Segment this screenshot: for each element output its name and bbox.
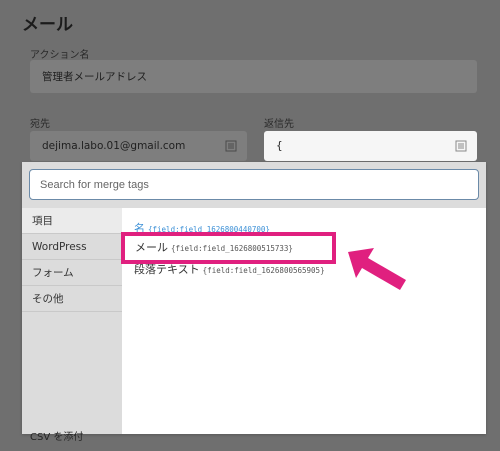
action-name-input[interactable]: 管理者メールアドレス — [30, 60, 477, 93]
merge-tag-item: メール {field:field_1626800515733} — [135, 239, 293, 255]
csv-attach-label: CSV を添付 — [30, 432, 84, 443]
category-form[interactable]: フォーム — [22, 260, 122, 286]
reply-to-value: { — [276, 140, 283, 152]
reply-to-label: 返信先 — [264, 119, 294, 130]
merge-tag-name: メール — [135, 241, 168, 254]
merge-tag-name: 段落テキスト — [134, 263, 200, 276]
to-label: 宛先 — [30, 119, 50, 130]
merge-tags-popup: 項目 WordPress フォーム その他 名{field:field_1626… — [22, 162, 486, 434]
merge-tag-search-input[interactable] — [29, 169, 479, 200]
to-value: dejima.labo.01@gmail.com — [42, 140, 186, 152]
to-input[interactable]: dejima.labo.01@gmail.com — [30, 131, 247, 161]
merge-tag-code: {field:field_1626800515733} — [171, 244, 293, 253]
category-other[interactable]: その他 — [22, 286, 122, 312]
merge-tag-icon[interactable] — [455, 140, 467, 152]
pointer-arrow-icon — [348, 248, 406, 290]
popup-search-bar — [22, 162, 486, 208]
reply-to-input[interactable]: { — [264, 131, 477, 161]
merge-tag-category-sidebar: 項目 WordPress フォーム その他 — [22, 208, 122, 434]
category-wordpress[interactable]: WordPress — [22, 234, 122, 260]
page-title: メール — [22, 15, 73, 35]
highlighted-merge-tag[interactable]: メール {field:field_1626800515733} — [121, 232, 336, 264]
merge-tag-code: {field:field_1626800565905} — [202, 266, 325, 275]
action-name-label: アクション名 — [30, 50, 90, 61]
category-fields[interactable]: 項目 — [22, 208, 122, 234]
action-name-value: 管理者メールアドレス — [42, 71, 147, 83]
merge-tag-icon[interactable] — [225, 140, 237, 152]
